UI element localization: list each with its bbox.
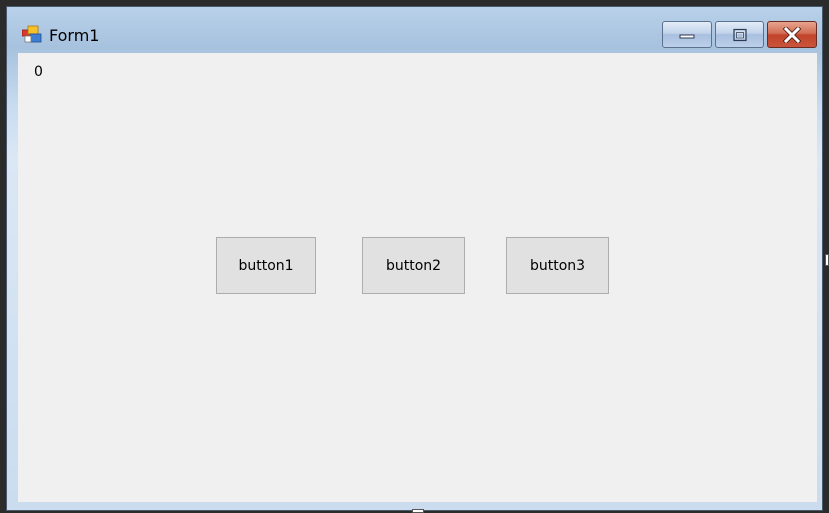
form1-window: Form1 0 button1 button2 button3 bbox=[6, 6, 823, 511]
close-icon bbox=[782, 26, 802, 43]
resize-handle-right[interactable] bbox=[825, 254, 829, 266]
window-title: Form1 bbox=[49, 26, 100, 45]
maximize-button[interactable] bbox=[715, 21, 764, 48]
button2[interactable]: button2 bbox=[362, 237, 465, 294]
button1[interactable]: button1 bbox=[216, 237, 316, 294]
client-area: 0 button1 button2 button3 bbox=[18, 53, 817, 502]
minimize-button[interactable] bbox=[662, 21, 712, 48]
resize-handle-bottom[interactable] bbox=[412, 509, 424, 513]
winforms-app-icon bbox=[22, 25, 42, 43]
minimize-icon bbox=[679, 34, 695, 38]
title-bar[interactable]: Form1 bbox=[7, 7, 822, 53]
button3[interactable]: button3 bbox=[506, 237, 609, 294]
counter-label: 0 bbox=[34, 64, 43, 80]
close-button[interactable] bbox=[767, 21, 817, 48]
maximize-icon bbox=[732, 28, 747, 41]
